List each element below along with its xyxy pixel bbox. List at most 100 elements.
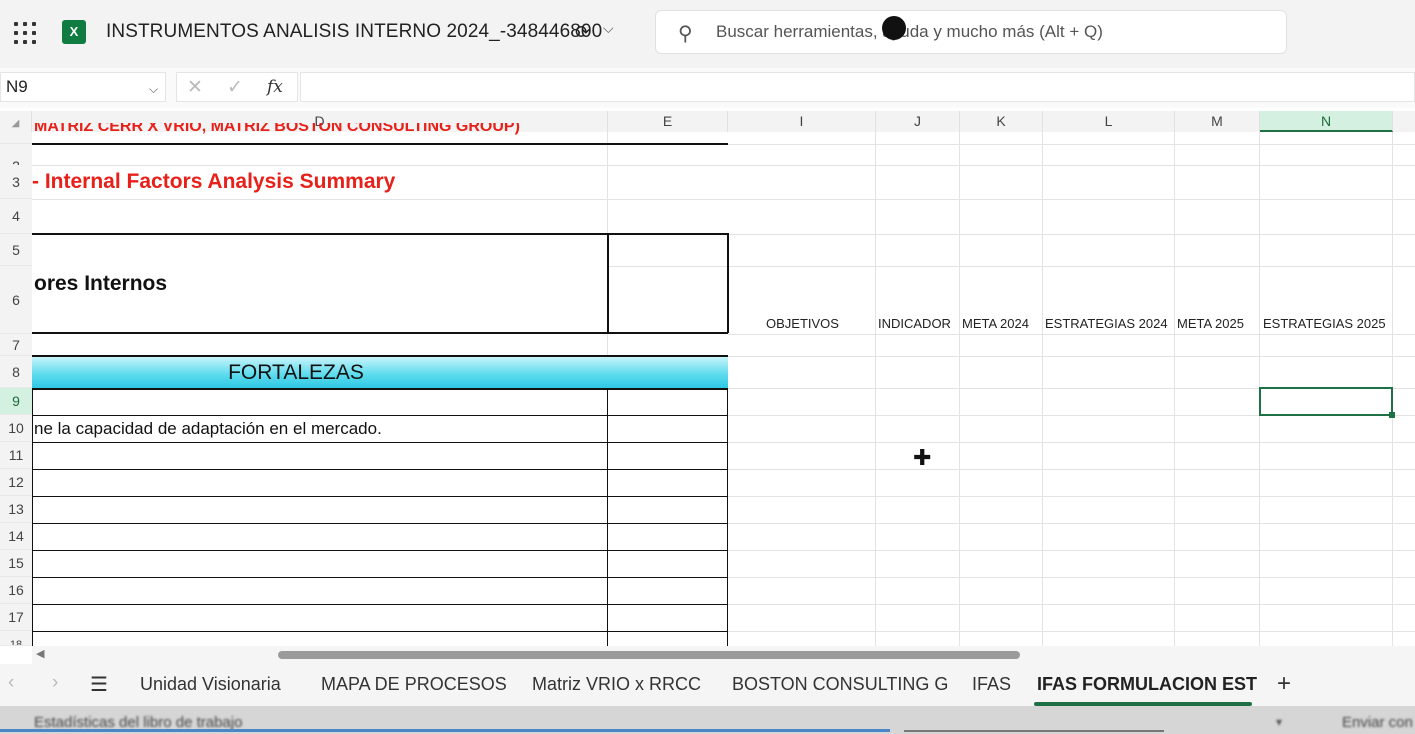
row-header-1[interactable] bbox=[0, 132, 32, 144]
column-header-l[interactable]: L bbox=[1043, 111, 1175, 132]
excel-icon: X bbox=[62, 20, 86, 44]
sheet-tab[interactable]: BOSTON CONSULTING G bbox=[732, 674, 948, 695]
chevron-down-icon[interactable]: ⌵ bbox=[149, 82, 158, 97]
border-line bbox=[727, 233, 729, 333]
border-line bbox=[607, 388, 608, 646]
sheet-tab-active[interactable]: IFAS FORMULACION EST bbox=[1037, 674, 1257, 695]
cell-cursor-icon: ✚ bbox=[913, 445, 932, 470]
row-header-18[interactable]: 18 bbox=[0, 631, 32, 646]
gridline bbox=[728, 523, 1415, 524]
search-input[interactable] bbox=[716, 11, 1276, 53]
column-header-n[interactable]: N bbox=[1260, 111, 1393, 132]
gridline bbox=[1042, 132, 1043, 646]
fill-handle[interactable] bbox=[1389, 412, 1395, 418]
gridline bbox=[1174, 132, 1175, 646]
fortalezas-label: FORTALEZAS bbox=[228, 361, 364, 384]
row-header-13[interactable]: 13 bbox=[0, 496, 32, 523]
sheet-tab[interactable]: Unidad Visionaria bbox=[140, 674, 281, 695]
formula-input[interactable] bbox=[300, 72, 1415, 102]
gridline bbox=[875, 132, 876, 646]
column-header-i[interactable]: I bbox=[728, 111, 876, 132]
name-box[interactable]: N9 ⌵ bbox=[0, 72, 166, 102]
chevron-down-icon[interactable]: ▾ bbox=[1276, 715, 1282, 729]
column-header-m[interactable]: M bbox=[1175, 111, 1260, 132]
name-box-value: N9 bbox=[6, 77, 28, 96]
row-header-4[interactable]: 4 bbox=[0, 199, 32, 234]
gridline bbox=[728, 334, 1415, 335]
gridline bbox=[607, 144, 608, 234]
sheet-tab[interactable]: Matriz VRIO x RRCC bbox=[532, 674, 701, 695]
gridline bbox=[728, 550, 1415, 551]
strength-item: ne la capacidad de adaptación en el merc… bbox=[34, 419, 382, 438]
gridline bbox=[728, 356, 1415, 357]
border-line bbox=[32, 631, 728, 632]
border-line bbox=[32, 469, 728, 470]
spreadsheet-grid[interactable]: ◢ D E I J K L M N 2 3 4 5 6 7 8 9 10 11 … bbox=[0, 111, 1415, 646]
all-sheets-menu-icon[interactable]: ☰ bbox=[90, 672, 108, 697]
objetivos-header: OBJETIVOS bbox=[766, 316, 839, 331]
gridline bbox=[728, 577, 1415, 578]
horizontal-scrollbar[interactable]: ◀ bbox=[32, 646, 1415, 664]
meta-2025-header: META 2025 bbox=[1177, 316, 1244, 331]
gridline bbox=[728, 631, 1415, 632]
border-line bbox=[32, 388, 33, 646]
next-sheet-icon[interactable]: › bbox=[52, 672, 58, 694]
border-line bbox=[32, 442, 728, 443]
row-header-17[interactable]: 17 bbox=[0, 604, 32, 631]
add-sheet-icon[interactable]: + bbox=[1277, 670, 1291, 698]
row-header-10[interactable]: 10 bbox=[0, 415, 32, 442]
enter-icon[interactable]: ✓ bbox=[227, 76, 243, 99]
search-box[interactable]: ⚲ bbox=[655, 10, 1287, 54]
indicador-header: INDICADOR bbox=[878, 316, 951, 331]
border-line bbox=[32, 496, 728, 497]
cancel-icon[interactable]: ✕ bbox=[187, 76, 203, 99]
row-header-16[interactable]: 16 bbox=[0, 577, 32, 604]
zoom-slider-thumb[interactable] bbox=[882, 16, 906, 40]
scroll-left-icon[interactable]: ◀ bbox=[36, 647, 44, 660]
row-header-15[interactable]: 15 bbox=[0, 550, 32, 577]
autosave-status-icon[interactable]: ⟳ bbox=[575, 22, 590, 43]
zoom-slider-track[interactable] bbox=[904, 730, 1164, 732]
gridline bbox=[728, 144, 1415, 145]
gridline bbox=[32, 165, 1415, 166]
gridline bbox=[728, 469, 1415, 470]
internal-factors-header: ores Internos bbox=[34, 272, 168, 295]
row-header-7[interactable]: 7 bbox=[0, 334, 32, 356]
column-header-e[interactable]: E bbox=[608, 111, 728, 132]
row-header-3[interactable]: 3 bbox=[0, 165, 32, 199]
row-header-6[interactable]: 6 bbox=[0, 266, 32, 334]
send-feedback[interactable]: Enviar con bbox=[1342, 714, 1413, 731]
gridline bbox=[32, 199, 1415, 200]
document-title[interactable]: INSTRUMENTOS ANALISIS INTERNO 2024_-3484… bbox=[106, 21, 602, 43]
row-header-12[interactable]: 12 bbox=[0, 469, 32, 496]
sheet-header-clipped: MATRIZ CERR X VRIO, MATRIZ BOSTON CONSUL… bbox=[34, 123, 520, 135]
border-line bbox=[727, 388, 728, 646]
selected-cell[interactable] bbox=[1259, 387, 1393, 416]
column-header-k[interactable]: K bbox=[960, 111, 1043, 132]
column-header-next[interactable] bbox=[1393, 111, 1415, 132]
status-progress-line bbox=[0, 729, 890, 732]
gridline bbox=[728, 604, 1415, 605]
prev-sheet-icon[interactable]: ‹ bbox=[8, 672, 14, 694]
formula-bar: N9 ⌵ ✕ ✓ fx bbox=[0, 68, 1415, 108]
sheet-tab[interactable]: MAPA DE PROCESOS bbox=[321, 674, 507, 695]
border-line bbox=[32, 233, 728, 235]
sheet-tab[interactable]: IFAS bbox=[972, 674, 1011, 695]
search-icon: ⚲ bbox=[678, 23, 693, 45]
row-header-9[interactable]: 9 bbox=[0, 388, 32, 415]
row-header-5[interactable]: 5 bbox=[0, 234, 32, 266]
gridline bbox=[608, 266, 1415, 267]
row-header-11[interactable]: 11 bbox=[0, 442, 32, 469]
chevron-down-icon[interactable]: ⌵ bbox=[603, 20, 614, 37]
select-all-corner[interactable]: ◢ bbox=[0, 111, 32, 132]
app-launcher-icon[interactable] bbox=[14, 22, 36, 44]
column-header-j[interactable]: J bbox=[876, 111, 960, 132]
row-header-14[interactable]: 14 bbox=[0, 523, 32, 550]
formula-controls: ✕ ✓ fx bbox=[176, 72, 298, 102]
insert-function-icon[interactable]: fx bbox=[267, 77, 283, 97]
border-line bbox=[32, 550, 728, 551]
border-line bbox=[32, 415, 728, 416]
row-header-8[interactable]: 8 bbox=[0, 356, 32, 388]
gridline bbox=[728, 234, 1415, 235]
scrollbar-thumb[interactable] bbox=[278, 651, 1020, 659]
